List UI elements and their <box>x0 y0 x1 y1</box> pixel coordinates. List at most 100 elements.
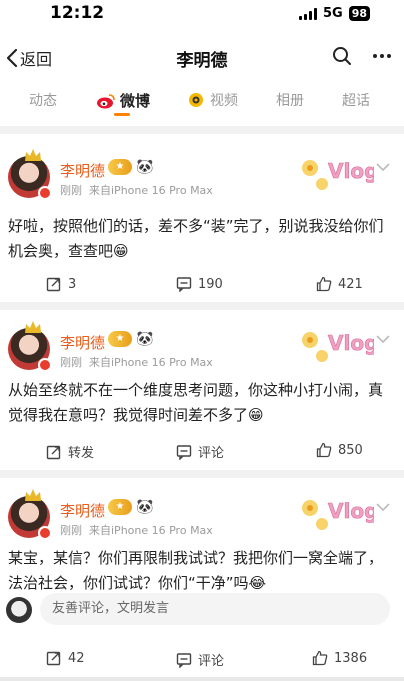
status-indicators: 5G 98 <box>298 6 370 21</box>
crown-icon <box>25 489 41 501</box>
nav-actions <box>332 46 392 66</box>
comment-button[interactable]: 190 <box>176 276 223 292</box>
section-divider <box>0 302 404 310</box>
user-badges: ★ 🐼 <box>108 331 153 347</box>
status-time: 12:12 <box>50 3 105 23</box>
back-button[interactable]: 返回 <box>6 46 52 70</box>
comment-count: 评论 <box>198 446 225 461</box>
vip-badge-icon: ★ <box>108 331 132 347</box>
svg-text:Vlog: Vlog <box>328 331 374 355</box>
section-divider <box>0 470 404 478</box>
comment-icon <box>176 277 192 292</box>
back-label: 返回 <box>20 50 53 69</box>
comment-input-row: 友善评论，文明发言 <box>6 593 394 625</box>
user-badges: ★ 🐼 <box>108 499 153 515</box>
tab-label: 超话 <box>342 93 370 109</box>
author-name[interactable]: 李明德 <box>60 500 105 521</box>
svg-text:Vlog: Vlog <box>328 499 374 523</box>
post-text: 某宝，某信？你们再限制我试试？我把你们一窝全端了，法治社会，你们试试？你们“干净… <box>8 549 384 592</box>
user-badges: ★ 🐼 <box>108 159 153 175</box>
network-type: 5G <box>322 6 343 21</box>
like-count: 850 <box>338 442 363 458</box>
comment-count: 190 <box>198 276 223 292</box>
post-actions: 42 评论 1386 <box>0 650 404 674</box>
comment-icon <box>176 444 192 460</box>
post-text: 从始至终就不在一个维度思考问题，你这种小打小闹，真觉得我在意吗？我觉得时间差不多… <box>8 381 384 424</box>
tab-label: 动态 <box>29 93 57 109</box>
author-name[interactable]: 李明德 <box>60 332 105 353</box>
repost-count: 转发 <box>68 446 95 461</box>
panda-icon: 🐼 <box>136 159 154 175</box>
bottom-divider <box>0 677 404 681</box>
author-name[interactable]: 李明德 <box>60 160 105 181</box>
comment-button[interactable]: 评论 <box>176 442 224 461</box>
repost-button[interactable]: 转发 <box>46 442 94 461</box>
like-count: 421 <box>338 276 363 292</box>
verified-badge-icon <box>38 526 52 540</box>
verified-badge-icon <box>38 358 52 372</box>
tab-dynamic[interactable]: 动态 <box>29 90 57 110</box>
thumbs-up-icon <box>316 276 332 292</box>
vip-badge-icon: ★ <box>108 159 132 175</box>
post-time: 刚刚 <box>60 524 82 537</box>
like-button[interactable]: 1386 <box>312 650 367 666</box>
post-text: 好啦，按照他们的话，差不多“装”完了，别说我没给你们机会奥，查查吧😁 <box>8 217 384 260</box>
vlog-sticker-icon: Vlog <box>302 499 374 530</box>
post-meta: 刚刚 来自iPhone 16 Pro Max <box>60 522 213 538</box>
signal-icon <box>298 7 317 20</box>
more-icon[interactable] <box>372 46 392 66</box>
status-bar: 12:12 5G 98 <box>0 0 404 32</box>
thumbs-up-icon <box>316 442 332 458</box>
comment-button[interactable]: 评论 <box>176 650 224 669</box>
post-source: 来自iPhone 16 Pro Max <box>89 356 213 369</box>
weibo-icon <box>97 93 115 108</box>
comment-icon <box>176 652 192 668</box>
chevron-down-icon[interactable] <box>376 162 390 172</box>
avatar[interactable] <box>8 321 52 372</box>
post-meta: 刚刚 来自iPhone 16 Pro Max <box>60 182 213 198</box>
panda-icon: 🐼 <box>136 331 154 347</box>
chevron-left-icon <box>6 48 18 68</box>
comment-count: 评论 <box>198 654 225 669</box>
avatar[interactable] <box>8 489 52 540</box>
vlog-sticker-icon: Vlog <box>302 159 374 190</box>
post-meta: 刚刚 来自iPhone 16 Pro Max <box>60 354 213 370</box>
vip-badge-icon: ★ <box>108 499 132 515</box>
repost-button[interactable]: 42 <box>46 650 85 666</box>
tab-video[interactable]: 视频 <box>186 90 238 110</box>
chevron-down-icon[interactable] <box>376 334 390 344</box>
repost-icon <box>46 651 61 666</box>
post-source: 来自iPhone 16 Pro Max <box>89 524 213 537</box>
post-source: 来自iPhone 16 Pro Max <box>89 184 213 197</box>
panda-icon: 🐼 <box>136 499 154 515</box>
like-button[interactable]: 850 <box>316 442 363 458</box>
search-icon[interactable] <box>332 46 352 66</box>
like-button[interactable]: 421 <box>316 276 363 292</box>
tab-album[interactable]: 相册 <box>276 90 304 110</box>
current-user-avatar <box>6 597 32 623</box>
repost-icon <box>46 445 61 459</box>
vlog-sticker-icon: Vlog <box>302 331 374 362</box>
section-divider <box>0 126 404 134</box>
navigation-bar: 返回 李明德 <box>0 40 404 76</box>
chevron-down-icon[interactable] <box>376 502 390 512</box>
post-time: 刚刚 <box>60 356 82 369</box>
repost-button[interactable]: 3 <box>46 276 76 292</box>
tab-weibo[interactable]: 微博 <box>96 90 150 111</box>
tab-label: 视频 <box>210 93 238 109</box>
svg-text:Vlog: Vlog <box>328 159 374 183</box>
avatar[interactable] <box>8 149 52 200</box>
tab-super-topic[interactable]: 超话 <box>342 90 370 110</box>
thumbs-up-icon <box>312 650 328 666</box>
comment-input[interactable]: 友善评论，文明发言 <box>40 593 390 625</box>
like-count: 1386 <box>334 650 368 666</box>
active-tab-indicator <box>114 113 130 116</box>
repost-icon <box>46 277 61 292</box>
profile-tabs: 动态 微博 视频 相册 超话 <box>0 84 404 116</box>
repost-count: 42 <box>68 650 85 666</box>
video-icon <box>189 93 203 107</box>
battery-icon: 98 <box>348 6 370 21</box>
tab-label: 微博 <box>120 92 151 110</box>
post-actions: 转发 评论 850 <box>0 442 404 466</box>
crown-icon <box>25 149 41 161</box>
